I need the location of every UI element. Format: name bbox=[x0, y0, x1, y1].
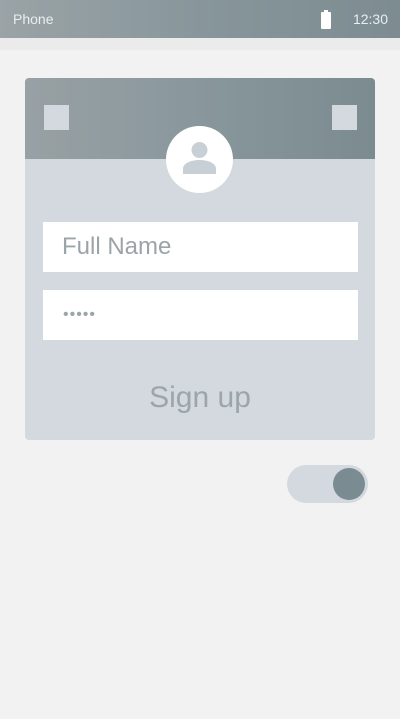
status-bar-shadow bbox=[0, 38, 400, 50]
avatar[interactable] bbox=[166, 126, 233, 193]
header-right-square-icon[interactable] bbox=[332, 105, 357, 130]
header-left-square-icon[interactable] bbox=[44, 105, 69, 130]
status-bar: Phone 12:30 bbox=[0, 0, 400, 38]
full-name-input[interactable] bbox=[43, 222, 358, 272]
status-bar-title: Phone bbox=[13, 11, 54, 27]
battery-icon bbox=[320, 10, 332, 29]
toggle-switch[interactable] bbox=[287, 465, 368, 503]
status-bar-time: 12:30 bbox=[352, 11, 388, 27]
password-masked-value: ••••• bbox=[63, 306, 97, 323]
signup-card: ••••• Sign up bbox=[25, 78, 375, 440]
toggle-knob[interactable] bbox=[333, 468, 365, 500]
password-field[interactable]: ••••• bbox=[43, 290, 358, 340]
sign-up-button[interactable]: Sign up bbox=[25, 376, 375, 420]
user-avatar-icon bbox=[183, 142, 216, 174]
